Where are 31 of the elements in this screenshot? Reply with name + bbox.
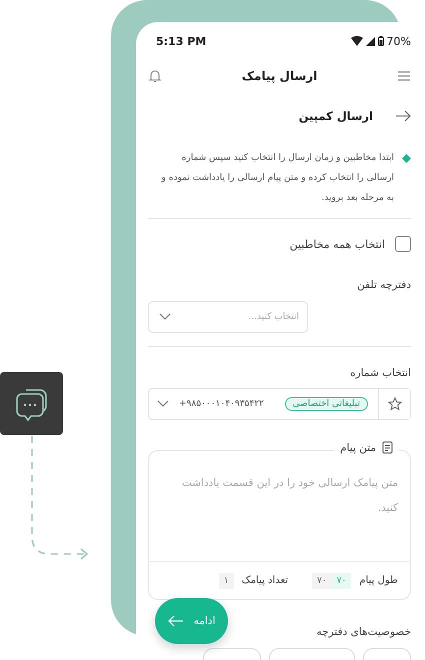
sender-number-label: انتخاب شماره (349, 367, 411, 379)
back-arrow-icon[interactable] (395, 110, 411, 122)
sender-number: +۹۸۵۰۰۰۱۰۴۰۹۳۵۴۲۲ (179, 399, 265, 409)
page-title: ارسال کمپین (298, 109, 373, 123)
instructions-text: ابتدا مخاطبین و زمان ارسال را انتخاب کنید سپس شماره ارسالی را انتخاب کرده و متن پیام ارسالی را یادداشت نموده و به مرحله بعد بروید. (160, 152, 394, 205)
chevron-down-icon (157, 400, 169, 408)
signal-icon (366, 36, 375, 46)
message-length-label: طول پیام (359, 575, 398, 586)
sms-count: ۱ (218, 572, 234, 588)
message-length: ۷۰ (332, 572, 352, 588)
number-type-tag: تبلیغاتی اختصاصی (284, 397, 368, 411)
select-all-checkbox[interactable] (395, 236, 411, 252)
select-all-label: انتخاب همه مخاطبین (290, 238, 385, 250)
app-title: ارسال پیامک (242, 69, 318, 83)
menu-icon[interactable] (397, 70, 411, 82)
status-time: 5:13 PM (156, 34, 206, 48)
bullet-icon (402, 154, 411, 163)
phonebook-properties-label: خصوصیت‌های دفترچه (316, 626, 411, 638)
message-max-length: ۷۰ (312, 572, 332, 588)
chevron-down-icon (159, 313, 171, 321)
phonebook-dropdown[interactable]: انتخاب کنید... (148, 301, 308, 333)
wifi-icon (350, 36, 363, 46)
sms-count-label: تعداد پیامک (242, 575, 288, 586)
battery-percentage: 70% (386, 34, 411, 48)
battery-icon (378, 36, 384, 46)
notification-bell-icon[interactable] (148, 69, 162, 83)
favorite-button[interactable] (378, 389, 410, 419)
arrow-left-icon (168, 615, 184, 627)
note-icon (382, 441, 393, 454)
continue-button[interactable]: ادامه (155, 598, 228, 644)
phonebook-label: دفترچه تلفن (356, 279, 411, 291)
